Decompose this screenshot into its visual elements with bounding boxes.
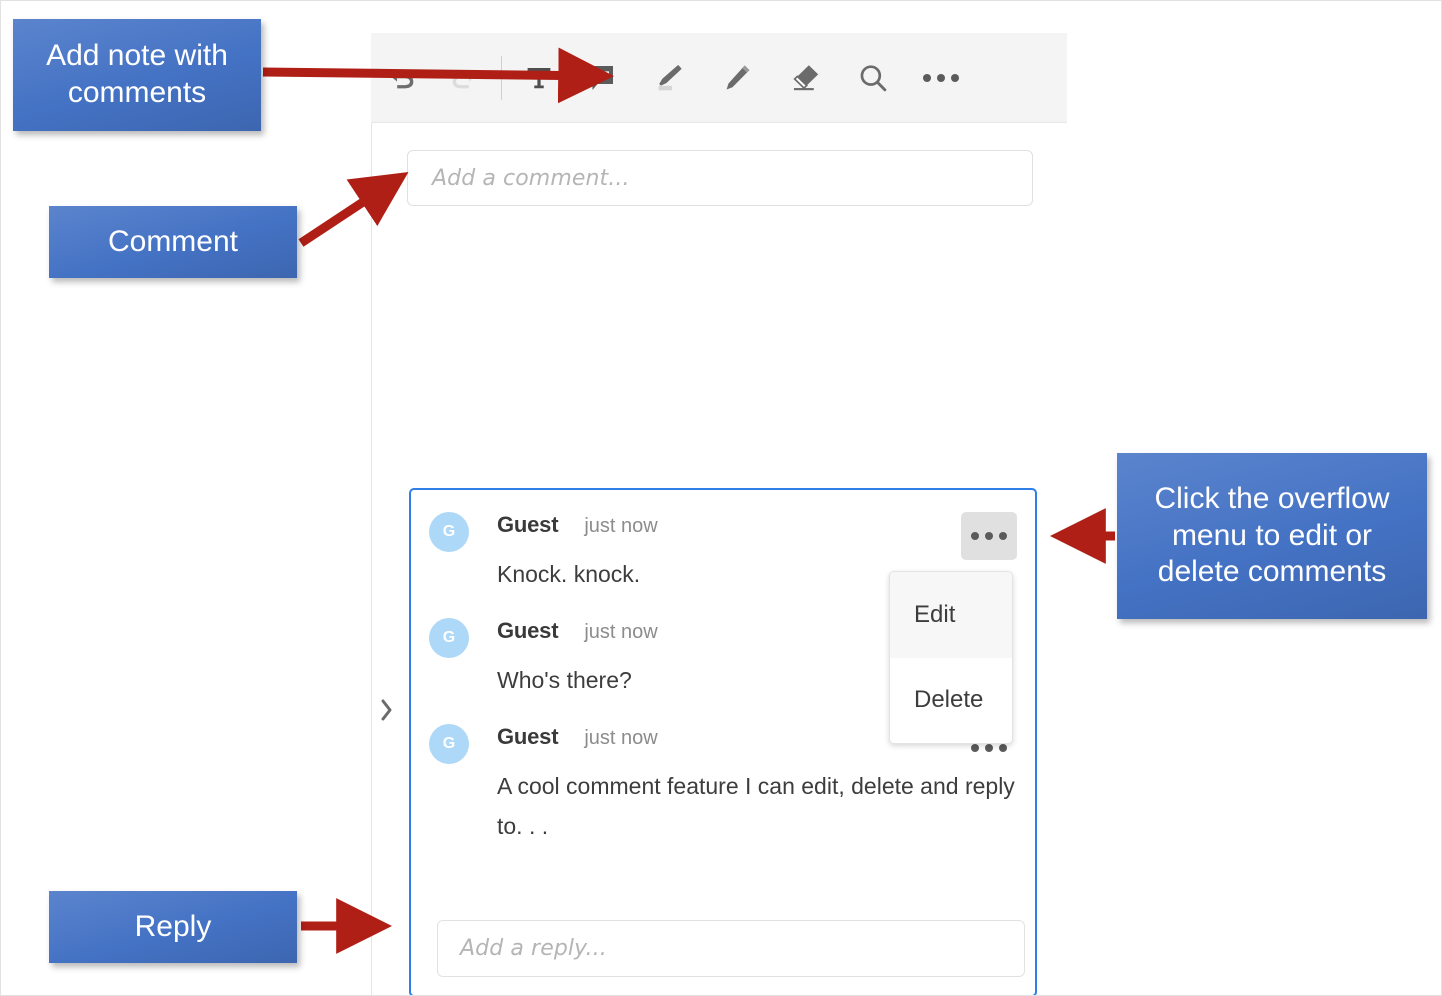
erase-tool-button[interactable] — [774, 47, 836, 109]
callout-overflow: Click the overflow menu to edit or delet… — [1117, 453, 1427, 619]
overflow-dots-icon — [920, 69, 962, 87]
text-tool-button[interactable] — [508, 47, 570, 109]
text-icon — [527, 67, 551, 88]
avatar: G — [429, 512, 469, 552]
menu-item-delete[interactable]: Delete — [890, 658, 1012, 744]
callout-add-note: Add note with comments — [13, 19, 261, 131]
more-tools-button[interactable] — [910, 47, 972, 109]
avatar: G — [429, 724, 469, 764]
add-reply-placeholder: Add a reply... — [460, 936, 607, 961]
callout-comment: Comment — [49, 206, 297, 278]
redo-button[interactable] — [433, 47, 495, 109]
comment-author: Guest — [497, 618, 559, 643]
add-reply-input[interactable]: Add a reply... — [437, 920, 1025, 977]
chevron-right-icon — [381, 699, 392, 721]
add-comment-input[interactable]: Add a comment... — [407, 150, 1033, 206]
comment-timestamp: just now — [584, 515, 658, 537]
highlighter-icon — [658, 64, 682, 90]
undo-icon — [390, 71, 414, 88]
callout-reply: Reply — [49, 891, 297, 963]
comment-body: A cool comment feature I can edit, delet… — [497, 773, 1015, 839]
expand-panel-button[interactable] — [375, 693, 399, 727]
avatar: G — [429, 618, 469, 658]
comment-header: Guest just now — [497, 512, 1017, 552]
undo-button[interactable] — [371, 47, 433, 109]
comment-timestamp: just now — [584, 727, 658, 749]
pencil-icon — [726, 64, 750, 89]
search-button[interactable] — [842, 47, 904, 109]
screenshot-root: Add a comment... G Guest just now Knock.… — [0, 0, 1442, 996]
panel-divider — [371, 123, 372, 995]
menu-item-edit[interactable]: Edit — [890, 572, 1012, 658]
comment-icon — [589, 65, 613, 90]
redo-icon — [452, 71, 476, 88]
comment-overflow-button[interactable] — [961, 512, 1017, 560]
comment-context-menu: Edit Delete — [889, 571, 1013, 744]
comment-author: Guest — [497, 512, 559, 537]
eraser-icon — [793, 64, 819, 90]
add-comment-placeholder: Add a comment... — [432, 165, 630, 191]
overflow-dots-icon — [968, 527, 1010, 545]
comment-timestamp: just now — [584, 621, 658, 643]
highlight-tool-button[interactable] — [638, 47, 700, 109]
comment-panel: Add a comment... G Guest just now Knock.… — [371, 21, 1071, 995]
draw-tool-button[interactable] — [706, 47, 768, 109]
toolbar-separator — [501, 55, 502, 100]
annotation-toolbar — [371, 33, 1067, 123]
comment-author: Guest — [497, 724, 559, 749]
comment-tool-button[interactable] — [570, 47, 632, 109]
search-icon — [860, 64, 887, 91]
